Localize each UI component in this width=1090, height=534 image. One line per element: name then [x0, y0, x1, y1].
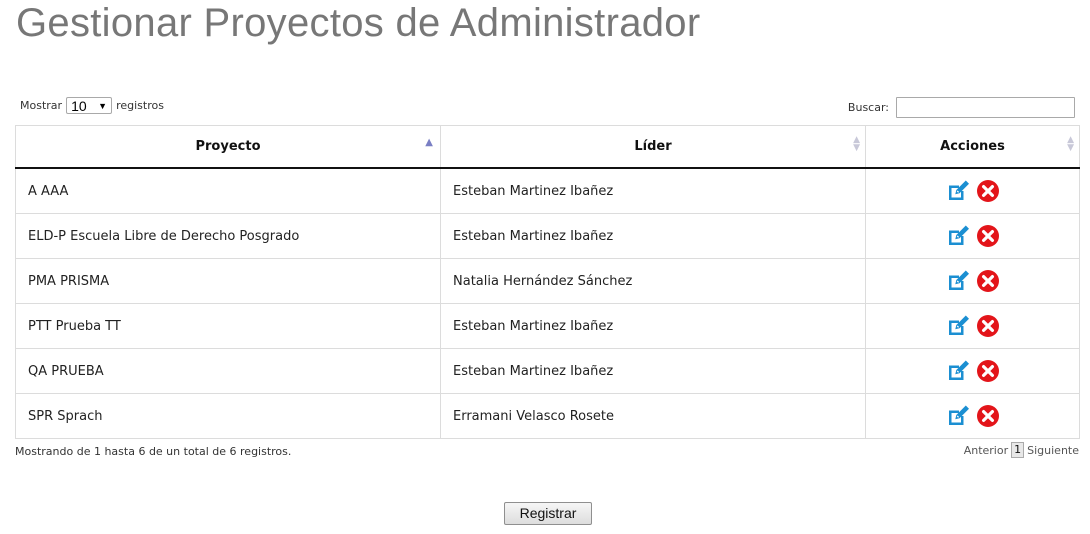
cell-proyecto: PTT Prueba TT — [15, 303, 441, 349]
edit-icon[interactable] — [946, 179, 970, 203]
row-actions — [946, 224, 1000, 248]
sort-ascending-icon: ▲ — [425, 137, 433, 148]
pagination-next[interactable]: Siguiente — [1027, 444, 1079, 457]
register-button[interactable]: Registrar — [504, 502, 592, 525]
table-info: Mostrando de 1 hasta 6 de un total de 6 … — [15, 445, 292, 458]
cell-acciones — [865, 167, 1080, 214]
table-row: A AAA Esteban Martinez Ibañez — [15, 167, 1080, 214]
cell-lider: Esteban Martinez Ibañez — [440, 348, 866, 394]
row-actions — [946, 179, 1000, 203]
edit-icon[interactable] — [946, 359, 970, 383]
delete-icon[interactable] — [976, 269, 1000, 293]
delete-icon[interactable] — [976, 314, 1000, 338]
column-header-acciones[interactable]: Acciones ▲ ▼ — [865, 125, 1080, 169]
search-input[interactable] — [896, 97, 1075, 118]
sort-both-icon: ▲ ▼ — [853, 135, 860, 153]
projects-table: Proyecto ▲ Líder ▲ ▼ Acciones ▲ ▼ A AAA Es… — [15, 125, 1080, 439]
sort-both-icon: ▲ ▼ — [1067, 135, 1074, 153]
delete-icon[interactable] — [976, 179, 1000, 203]
edit-icon[interactable] — [946, 314, 970, 338]
cell-proyecto: QA PRUEBA — [15, 348, 441, 394]
edit-icon[interactable] — [946, 269, 970, 293]
cell-acciones — [865, 258, 1080, 304]
edit-icon[interactable] — [946, 404, 970, 428]
cell-acciones — [865, 393, 1080, 439]
pagination-previous[interactable]: Anterior — [964, 444, 1008, 457]
cell-lider: Natalia Hernández Sánchez — [440, 258, 866, 304]
row-actions — [946, 359, 1000, 383]
cell-acciones — [865, 348, 1080, 394]
cell-lider: Esteban Martinez Ibañez — [440, 167, 866, 214]
page-length-value: 10 — [71, 97, 87, 114]
table-row: PTT Prueba TT Esteban Martinez Ibañez — [15, 303, 1080, 349]
cell-proyecto: PMA PRISMA — [15, 258, 441, 304]
table-row: ELD-P Escuela Libre de Derecho Posgrado … — [15, 213, 1080, 259]
table-body: A AAA Esteban Martinez Ibañez ELD-P Escu… — [15, 167, 1080, 439]
column-header-lider[interactable]: Líder ▲ ▼ — [440, 125, 866, 169]
projects-table-wrapper: Proyecto ▲ Líder ▲ ▼ Acciones ▲ ▼ A AAA Es… — [15, 125, 1080, 439]
table-header-row: Proyecto ▲ Líder ▲ ▼ Acciones ▲ ▼ — [15, 125, 1080, 169]
cell-acciones — [865, 213, 1080, 259]
delete-icon[interactable] — [976, 359, 1000, 383]
row-actions — [946, 314, 1000, 338]
table-row: PMA PRISMA Natalia Hernández Sánchez — [15, 258, 1080, 304]
delete-icon[interactable] — [976, 404, 1000, 428]
cell-acciones — [865, 303, 1080, 349]
edit-icon[interactable] — [946, 224, 970, 248]
pagination: Anterior 1 Siguiente — [964, 442, 1079, 458]
table-row: QA PRUEBA Esteban Martinez Ibañez — [15, 348, 1080, 394]
row-actions — [946, 269, 1000, 293]
table-row: SPR Sprach Erramani Velasco Rosete — [15, 393, 1080, 439]
cell-lider: Esteban Martinez Ibañez — [440, 213, 866, 259]
cell-proyecto: A AAA — [15, 167, 441, 214]
search-label: Buscar: — [847, 101, 889, 114]
delete-icon[interactable] — [976, 224, 1000, 248]
cell-proyecto: ELD-P Escuela Libre de Derecho Posgrado — [15, 213, 441, 259]
dropdown-arrow-icon: ▼ — [98, 100, 108, 111]
length-control: Mostrar 10 ▼ registros — [20, 97, 164, 114]
page-length-select[interactable]: 10 ▼ — [66, 97, 113, 114]
length-prefix-label: Mostrar — [20, 99, 63, 112]
length-suffix-label: registros — [116, 99, 164, 112]
pagination-page-current[interactable]: 1 — [1011, 442, 1025, 458]
row-actions — [946, 404, 1000, 428]
search-control: Buscar: — [848, 97, 1075, 118]
page-title: Gestionar Proyectos de Administrador — [16, 1, 701, 45]
cell-lider: Erramani Velasco Rosete — [440, 393, 866, 439]
cell-lider: Esteban Martinez Ibañez — [440, 303, 866, 349]
cell-proyecto: SPR Sprach — [15, 393, 441, 439]
column-header-proyecto[interactable]: Proyecto ▲ — [15, 125, 441, 169]
